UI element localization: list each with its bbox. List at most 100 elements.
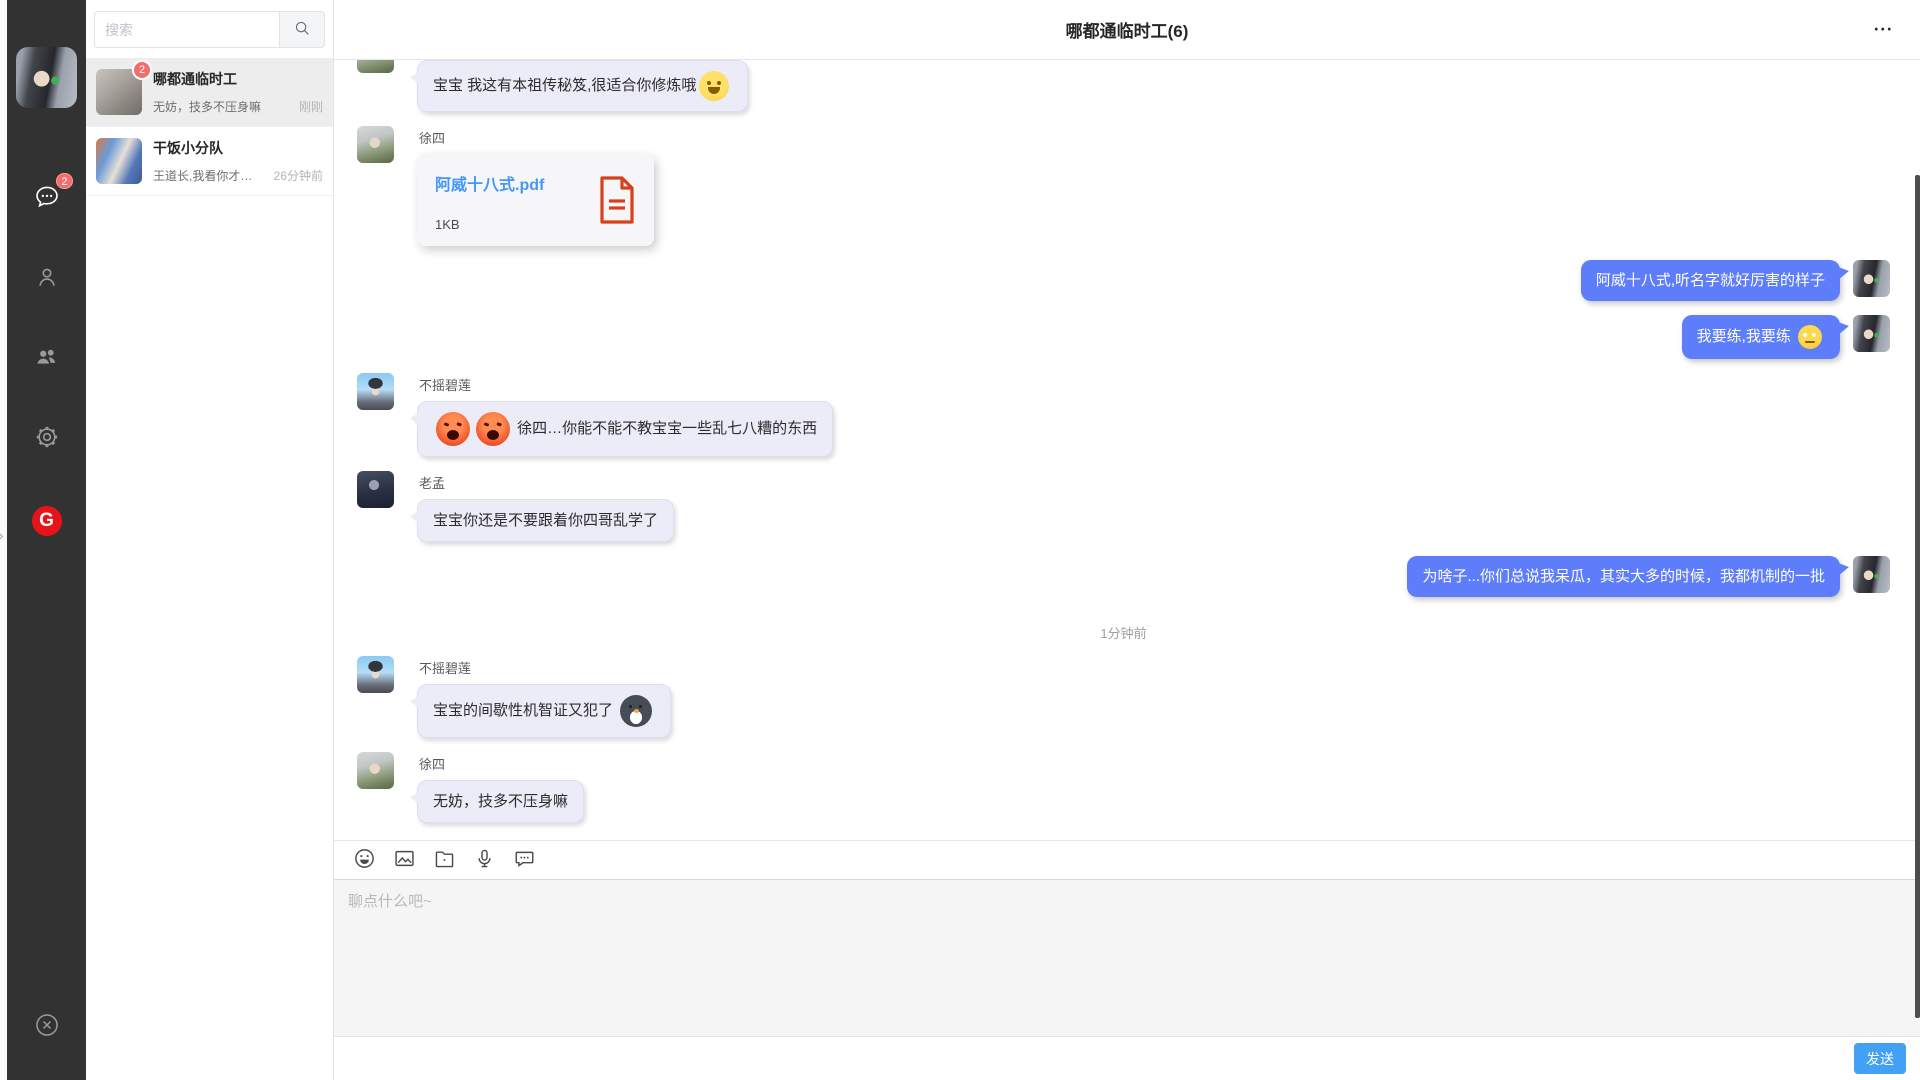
scrollbar-thumb[interactable] bbox=[1915, 175, 1920, 1018]
message-row: 不摇碧莲宝宝的间歇性机智证又犯了 bbox=[357, 656, 1890, 738]
search-button[interactable] bbox=[279, 11, 325, 48]
chat-list-items: 2哪都通临时工无妨，技多不压身嘛刚刚干饭小分队王道长,我看你才…26分钟前 bbox=[86, 58, 333, 196]
pdf-file-icon bbox=[598, 175, 636, 230]
emoji-icon bbox=[353, 847, 376, 873]
message-text: 我要练,我要练 bbox=[1697, 328, 1795, 345]
message-row: 徐四无妨，技多不压身嘛 bbox=[357, 752, 1890, 823]
message-row: 徐四阿威十八式.pdf 1KB bbox=[357, 126, 1890, 246]
penguin-emoji bbox=[620, 695, 652, 727]
message-row: 宝宝 我这有本祖传秘笈,很适合你修炼哦 bbox=[357, 60, 1890, 112]
file-size: 1KB bbox=[435, 217, 544, 232]
message-input-zone bbox=[334, 879, 1920, 1036]
mic-icon bbox=[473, 847, 496, 873]
file-name: 阿威十八式.pdf bbox=[435, 171, 544, 195]
file-message-card[interactable]: 阿威十八式.pdf 1KB bbox=[417, 154, 654, 246]
send-row: 发送 bbox=[334, 1036, 1920, 1080]
self-avatar[interactable] bbox=[1853, 556, 1890, 593]
nav-settings-button[interactable] bbox=[23, 424, 71, 452]
time-divider: 1分钟前 bbox=[357, 623, 1890, 642]
message-bubble: 为啥子...你们总说我呆瓜，其实大多的时候，我都机制的一批 bbox=[1407, 556, 1840, 597]
chat-history-icon bbox=[513, 847, 536, 873]
self-avatar[interactable] bbox=[1853, 260, 1890, 297]
search-bar bbox=[94, 11, 325, 48]
sender-avatar[interactable] bbox=[357, 471, 394, 508]
close-circle-icon bbox=[33, 1027, 61, 1042]
chat-bubble-icon bbox=[34, 184, 60, 213]
sender-name: 徐四 bbox=[419, 754, 584, 773]
chat-list-item[interactable]: 干饭小分队王道长,我看你才…26分钟前 bbox=[86, 127, 333, 196]
search-input[interactable] bbox=[94, 11, 279, 48]
send-image-button[interactable] bbox=[392, 848, 416, 872]
sender-name: 徐四 bbox=[419, 128, 654, 147]
sender-avatar[interactable] bbox=[357, 752, 394, 789]
message-bubble: 宝宝 我这有本祖传秘笈,很适合你修炼哦 bbox=[417, 60, 748, 112]
group-icon bbox=[33, 344, 61, 373]
conversation-last-message: 王道长,我看你才… bbox=[153, 167, 270, 184]
nav-chats-button[interactable]: 2 bbox=[23, 184, 71, 212]
emoji-picker-button[interactable] bbox=[352, 848, 376, 872]
chat-panel: 哪都通临时工(6) ••• 宝宝 我这有本祖传秘笈,很适合你修炼哦徐四阿威十八式… bbox=[334, 0, 1920, 1080]
quit-button[interactable] bbox=[33, 1011, 61, 1039]
message-bubble: 宝宝的间歇性机智证又犯了 bbox=[417, 684, 671, 738]
folder-icon bbox=[433, 847, 456, 873]
message-row: 不摇碧莲 徐四…你能不能不教宝宝一些乱七八糟的东西 bbox=[357, 373, 1890, 457]
sender-avatar[interactable] bbox=[357, 126, 394, 163]
message-text: 徐四…你能不能不教宝宝一些乱七八糟的东西 bbox=[513, 420, 817, 437]
app-window: › 2 G bbox=[0, 0, 1920, 1080]
send-file-button[interactable] bbox=[432, 848, 456, 872]
conversation-name: 哪都通临时工 bbox=[153, 69, 323, 89]
flat-emoji bbox=[1798, 325, 1822, 349]
current-user-avatar[interactable] bbox=[16, 47, 77, 108]
sender-name: 老孟 bbox=[419, 473, 674, 492]
message-text: 宝宝 我这有本祖传秘笈,很适合你修炼哦 bbox=[433, 77, 696, 94]
send-button[interactable]: 发送 bbox=[1854, 1043, 1906, 1074]
message-bubble: 阿威十八式,听名字就好厉害的样子 bbox=[1581, 260, 1840, 301]
conversation-avatar: 2 bbox=[96, 69, 142, 115]
more-options-button[interactable]: ••• bbox=[1874, 24, 1894, 35]
nav-sidebar: 2 G bbox=[7, 0, 86, 1080]
unread-count-badge: 2 bbox=[56, 173, 72, 189]
message-row: 阿威十八式,听名字就好厉害的样子 bbox=[357, 260, 1890, 301]
window-edge: › bbox=[0, 0, 7, 1080]
message-text: 宝宝的间歇性机智证又犯了 bbox=[433, 702, 617, 719]
message-bubble: 徐四…你能不能不教宝宝一些乱七八糟的东西 bbox=[417, 401, 833, 457]
composer: 发送 bbox=[334, 840, 1920, 1080]
app-logo[interactable]: G bbox=[32, 506, 62, 536]
message-text: 无妨，技多不压身嘛 bbox=[433, 793, 568, 810]
message-input[interactable] bbox=[334, 880, 1920, 1036]
message-bubble: 无妨，技多不压身嘛 bbox=[417, 780, 584, 823]
hug-emoji bbox=[699, 71, 729, 101]
sender-avatar[interactable] bbox=[357, 656, 394, 693]
sender-avatar[interactable] bbox=[357, 373, 394, 410]
message-text: 宝宝你还是不要跟着你四哥乱学了 bbox=[433, 512, 658, 529]
message-row: 我要练,我要练 bbox=[357, 315, 1890, 359]
search-icon bbox=[293, 19, 311, 40]
conversation-avatar bbox=[96, 138, 142, 184]
message-bubble: 我要练,我要练 bbox=[1682, 315, 1840, 359]
unread-count-badge: 2 bbox=[134, 62, 150, 78]
settings-gear-icon bbox=[34, 424, 60, 453]
nav-groups-button[interactable] bbox=[23, 344, 71, 372]
rage-emoji bbox=[436, 412, 470, 446]
message-text: 阿威十八式,听名字就好厉害的样子 bbox=[1596, 272, 1825, 289]
collapse-handle-icon[interactable]: › bbox=[0, 528, 3, 543]
nav-contacts-button[interactable] bbox=[23, 264, 71, 292]
message-text: 为啥子...你们总说我呆瓜，其实大多的时候，我都机制的一批 bbox=[1422, 568, 1825, 585]
self-avatar[interactable] bbox=[1853, 315, 1890, 352]
sender-name: 不摇碧莲 bbox=[419, 375, 833, 394]
conversation-time: 刚刚 bbox=[299, 98, 323, 115]
chat-history-button[interactable] bbox=[512, 848, 536, 872]
message-row: 老孟宝宝你还是不要跟着你四哥乱学了 bbox=[357, 471, 1890, 542]
conversation-time: 26分钟前 bbox=[274, 167, 323, 184]
chat-list-item[interactable]: 2哪都通临时工无妨，技多不压身嘛刚刚 bbox=[86, 58, 333, 127]
message-bubble: 宝宝你还是不要跟着你四哥乱学了 bbox=[417, 499, 674, 542]
voice-message-button[interactable] bbox=[472, 848, 496, 872]
message-list: 宝宝 我这有本祖传秘笈,很适合你修炼哦徐四阿威十八式.pdf1KB阿威十八式,听… bbox=[334, 60, 1920, 840]
image-icon bbox=[393, 847, 416, 873]
contacts-icon bbox=[34, 264, 60, 293]
chat-header: 哪都通临时工(6) ••• bbox=[334, 0, 1920, 60]
conversation-list-panel: 2哪都通临时工无妨，技多不压身嘛刚刚干饭小分队王道长,我看你才…26分钟前 bbox=[86, 0, 334, 1080]
composer-toolbar bbox=[334, 841, 1920, 879]
sender-name: 不摇碧莲 bbox=[419, 658, 671, 677]
sender-avatar[interactable] bbox=[357, 60, 394, 73]
